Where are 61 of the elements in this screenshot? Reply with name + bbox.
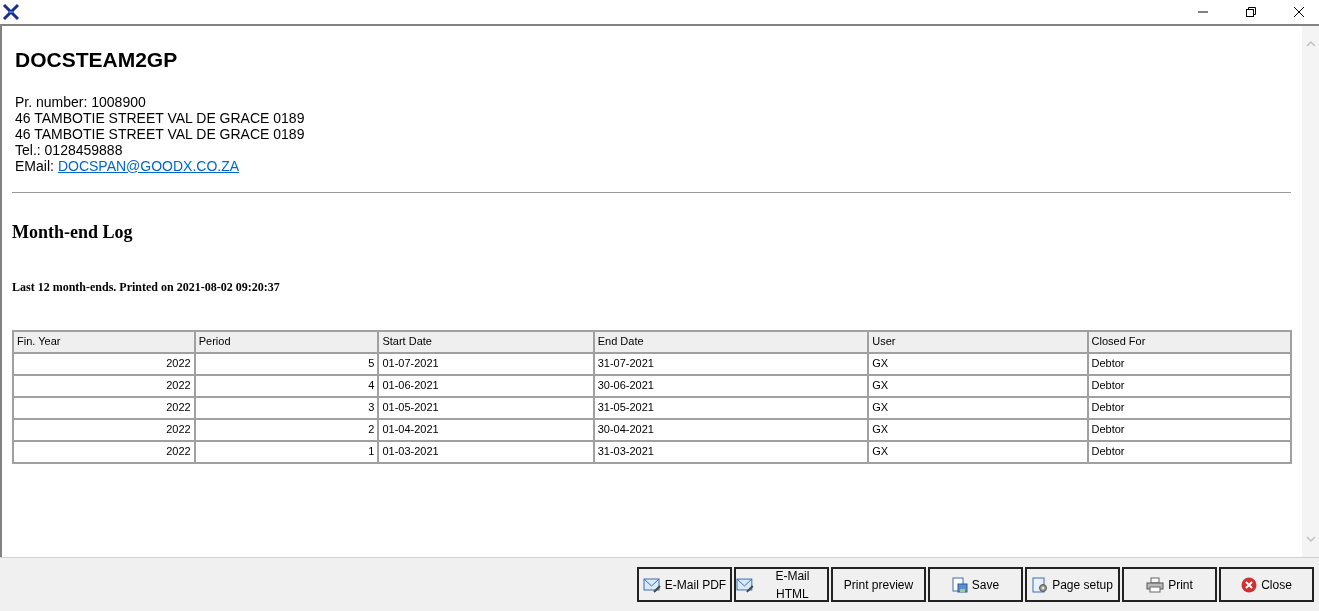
table-cell: Debtor (1087, 440, 1291, 463)
close-icon (1241, 576, 1258, 593)
address-line: 46 TAMBOTIE STREET VAL DE GRACE 0189 (15, 125, 306, 142)
restore-icon[interactable] (1245, 6, 1257, 18)
column-header: Period (194, 330, 379, 353)
close-icon[interactable] (1293, 6, 1305, 18)
table-cell: Debtor (1087, 352, 1291, 375)
toolbar-button[interactable]: E-Mail HTML (734, 567, 829, 602)
table-cell: 2022 (13, 374, 195, 397)
column-header: Start Date (378, 330, 594, 353)
table-cell: 31-03-2021 (593, 440, 869, 463)
table-cell: 2022 (13, 396, 195, 419)
table-cell: 3 (194, 396, 379, 419)
address-line: 46 TAMBOTIE STREET VAL DE GRACE 0189 (15, 109, 306, 126)
table-cell: 30-04-2021 (593, 418, 869, 441)
table-cell: 2 (194, 418, 379, 441)
table-cell: GX (868, 440, 1088, 463)
column-header: User (868, 330, 1088, 353)
table-cell: 2022 (13, 352, 195, 375)
table-cell: 01-04-2021 (378, 418, 594, 441)
table-cell: 01-07-2021 (378, 352, 594, 375)
table-cell: GX (868, 352, 1088, 375)
table-cell: 5 (194, 352, 379, 375)
table-cell: 01-03-2021 (378, 440, 594, 463)
column-header: End Date (593, 330, 869, 353)
report-subtitle: Last 12 month-ends. Printed on 2021-08-02 09:20:37 (12, 278, 281, 296)
toolbar-button[interactable]: Save (928, 567, 1023, 602)
table-cell: 31-05-2021 (593, 396, 869, 419)
address-line: Tel.: 0128459888 (15, 141, 124, 158)
email-label: EMail: (15, 157, 54, 174)
table-cell: 2022 (13, 440, 195, 463)
table-cell: 01-06-2021 (378, 374, 594, 397)
table-cell: Debtor (1087, 374, 1291, 397)
toolbar-button[interactable]: Print (1122, 567, 1217, 602)
column-header: Closed For (1087, 330, 1291, 353)
email-link[interactable]: DOCSPAN@GOODX.CO.ZA (57, 157, 240, 174)
table-cell: 31-07-2021 (593, 352, 869, 375)
toolbar-button[interactable]: Page setup (1025, 567, 1120, 602)
table-cell: 1 (194, 440, 379, 463)
envelope-icon (736, 576, 754, 593)
table-cell: Debtor (1087, 418, 1291, 441)
toolbar-button[interactable]: Print preview (831, 567, 926, 602)
printer-icon (1146, 576, 1165, 593)
table-cell: GX (868, 396, 1088, 419)
report-title: Month-end Log (12, 220, 134, 244)
table-cell: Debtor (1087, 396, 1291, 419)
document-save-icon (951, 576, 968, 593)
page-gear-icon (1032, 576, 1049, 593)
column-header: Fin. Year (13, 330, 195, 353)
table-cell: 01-05-2021 (378, 396, 594, 419)
address-line: Pr. number: 1008900 (15, 93, 147, 110)
company-name: DOCSTEAM2GP (15, 47, 179, 73)
toolbar-button[interactable]: E-Mail PDF (637, 567, 732, 602)
envelope-icon (642, 576, 661, 593)
app-logo-icon (2, 3, 20, 21)
table-cell: 2022 (13, 418, 195, 441)
table-cell: GX (868, 374, 1088, 397)
table-cell: 4 (194, 374, 379, 397)
table-cell: GX (868, 418, 1088, 441)
table-cell: 30-06-2021 (593, 374, 869, 397)
toolbar-button[interactable]: Close (1219, 567, 1314, 602)
